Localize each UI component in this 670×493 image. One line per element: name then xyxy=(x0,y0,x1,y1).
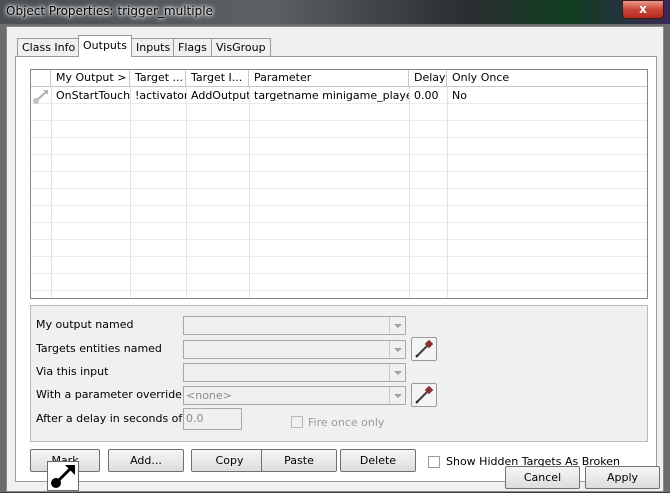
copy-button[interactable]: Copy xyxy=(191,449,268,472)
tab-class-info[interactable]: Class Info xyxy=(17,38,81,57)
cell-my-output: OnStartTouch xyxy=(56,89,130,102)
targets-label: Targets entities named xyxy=(36,342,162,355)
column-header-delay[interactable]: Delay xyxy=(409,70,447,87)
fire-once-checkbox[interactable] xyxy=(291,416,303,428)
cell-only-once: No xyxy=(452,89,467,102)
column-divider xyxy=(186,87,187,298)
output-named-combo[interactable] xyxy=(183,316,406,335)
column-divider xyxy=(409,87,410,298)
cell-target-input: AddOutput xyxy=(191,89,249,102)
chevron-down-icon[interactable] xyxy=(389,341,405,358)
object-properties-window: Object Properties: trigger_multiple x Cl… xyxy=(0,0,670,492)
cell-parameter: targetname minigame_player_1 xyxy=(254,89,409,102)
cell-target-entity: !activator xyxy=(135,89,186,102)
column-divider xyxy=(249,87,250,298)
chevron-down-icon[interactable] xyxy=(389,317,405,334)
column-divider xyxy=(130,87,131,298)
via-input-label: Via this input xyxy=(36,365,109,378)
chevron-down-icon[interactable] xyxy=(389,387,405,404)
eyedropper-icon xyxy=(412,339,436,363)
param-picker-button[interactable] xyxy=(411,383,437,407)
output-connection-icon xyxy=(31,88,51,105)
apply-button[interactable]: Apply xyxy=(585,466,660,489)
paste-button[interactable]: Paste xyxy=(261,449,337,472)
target-picker-button[interactable] xyxy=(411,337,437,361)
close-button[interactable]: x xyxy=(622,0,664,19)
column-header-my-output[interactable]: My Output > xyxy=(51,70,130,87)
tab-flags[interactable]: Flags xyxy=(173,38,212,57)
output-named-label: My output named xyxy=(36,318,134,331)
cancel-button[interactable]: Cancel xyxy=(505,466,580,489)
column-header-icon[interactable] xyxy=(31,70,51,87)
outputs-panel: My Output > Target ... Target I... Param… xyxy=(15,56,657,482)
window-title: Object Properties: trigger_multiple xyxy=(6,4,213,18)
title-bar[interactable]: Object Properties: trigger_multiple x xyxy=(0,0,670,24)
delay-label: After a delay in seconds of xyxy=(36,412,183,425)
show-hidden-checkbox[interactable] xyxy=(428,456,440,468)
tab-visgroup[interactable]: VisGroup xyxy=(211,38,271,57)
param-override-label: With a parameter override of xyxy=(36,388,197,401)
column-divider xyxy=(51,87,52,298)
outputs-list[interactable]: My Output > Target ... Target I... Param… xyxy=(30,69,648,299)
connection-editor: My output named Targets entities named V… xyxy=(30,305,648,442)
dialog-body: Class Info Outputs Inputs Flags VisGroup… xyxy=(6,26,664,492)
table-row[interactable]: OnStartTouch !activator AddOutput target… xyxy=(31,88,647,105)
cell-delay: 0.00 xyxy=(414,89,439,102)
delete-button[interactable]: Delete xyxy=(340,449,416,472)
param-override-combo[interactable]: <none> xyxy=(183,386,406,405)
via-input-combo[interactable] xyxy=(183,363,406,382)
column-header-only-once[interactable]: Only Once xyxy=(447,70,647,87)
delay-input[interactable]: 0.0 xyxy=(183,408,242,430)
param-override-value: <none> xyxy=(186,389,232,402)
column-header-parameter[interactable]: Parameter xyxy=(249,70,409,87)
entity-connection-icon xyxy=(47,461,79,491)
column-header-target-input[interactable]: Target I... xyxy=(186,70,249,87)
tab-outputs[interactable]: Outputs xyxy=(78,35,132,57)
outputs-list-header: My Output > Target ... Target I... Param… xyxy=(31,70,647,87)
fire-once-label: Fire once only xyxy=(308,416,385,429)
add-button[interactable]: Add... xyxy=(108,449,184,472)
column-header-target-entity[interactable]: Target ... xyxy=(130,70,186,87)
eyedropper-icon xyxy=(412,385,436,409)
target-entity-combo[interactable] xyxy=(183,340,406,359)
tab-inputs[interactable]: Inputs xyxy=(131,38,176,57)
chevron-down-icon[interactable] xyxy=(389,364,405,381)
column-divider xyxy=(447,87,448,298)
